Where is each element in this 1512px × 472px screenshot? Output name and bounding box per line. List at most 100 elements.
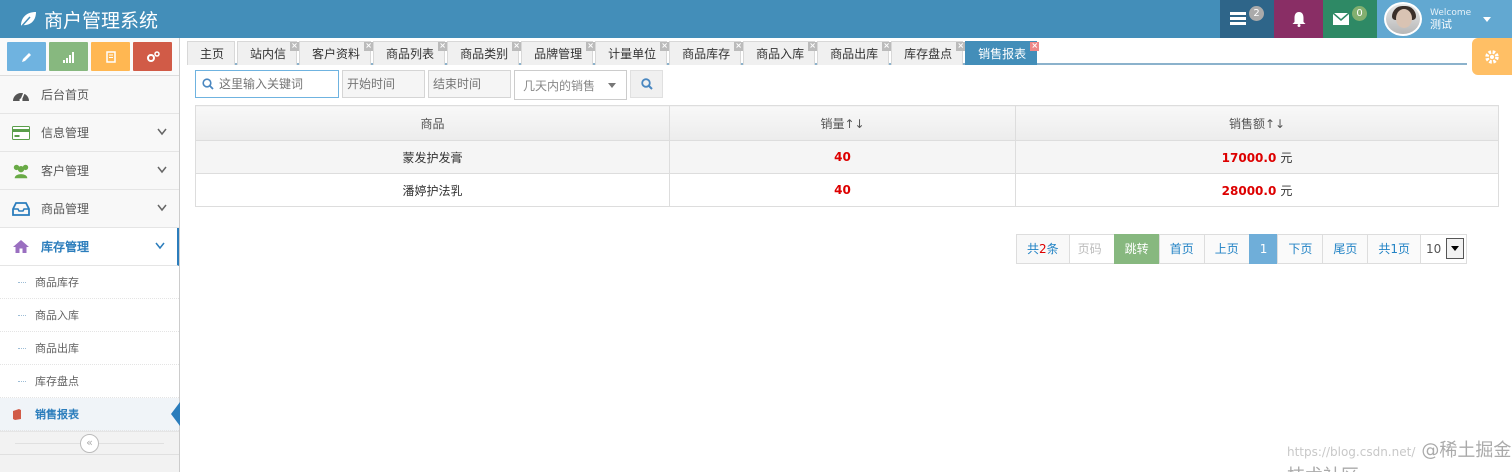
caret-down-icon bbox=[1483, 16, 1492, 22]
start-date-input[interactable] bbox=[342, 70, 425, 98]
tab-stock-out[interactable]: 商品出库 × bbox=[817, 41, 892, 65]
sidebar-item-products[interactable]: 商品管理 bbox=[0, 190, 179, 228]
signal-icon bbox=[62, 51, 74, 63]
tab-label: 主页 bbox=[200, 47, 225, 61]
submenu-item-label: 商品入库 bbox=[35, 309, 79, 322]
tab-stocktake[interactable]: 库存盘点 × bbox=[891, 41, 966, 65]
sidebar-item-label: 客户管理 bbox=[41, 164, 90, 178]
sidebar-item-customers[interactable]: 客户管理 bbox=[0, 152, 179, 190]
group-icon bbox=[12, 163, 30, 179]
table-row: 蒙发护发膏 40 17000.0 元 bbox=[195, 140, 1499, 174]
notifications-button[interactable] bbox=[1274, 0, 1323, 38]
chevron-down-icon bbox=[157, 166, 167, 174]
submenu-item-stock[interactable]: 商品库存 bbox=[0, 266, 179, 299]
tab-label: 商品列表 bbox=[386, 47, 435, 61]
tab-customer-info[interactable]: 客户资料 × bbox=[299, 41, 374, 65]
close-icon[interactable]: × bbox=[290, 42, 300, 51]
shortcut-signal-button[interactable] bbox=[49, 42, 88, 71]
collapse-sidebar-button[interactable]: « bbox=[80, 434, 99, 453]
close-icon[interactable]: × bbox=[586, 42, 596, 51]
end-date-input[interactable] bbox=[428, 70, 511, 98]
close-icon[interactable]: × bbox=[438, 42, 448, 51]
tasks-badge: 2 bbox=[1249, 5, 1264, 21]
inventory-submenu: 商品库存 商品入库 商品出库 库存盘点 销售报表 bbox=[0, 266, 180, 432]
tab-stock[interactable]: 商品库存 × bbox=[669, 41, 744, 65]
tab-label: 客户资料 bbox=[312, 47, 361, 61]
days-select-value: 几天内的销售 bbox=[523, 78, 596, 93]
tab-home[interactable]: 主页 bbox=[187, 41, 236, 65]
close-icon[interactable]: × bbox=[734, 42, 744, 51]
user-menu[interactable]: Welcome 测试 bbox=[1377, 0, 1512, 38]
gear-icon bbox=[1485, 49, 1499, 64]
tab-brand-management[interactable]: 品牌管理 × bbox=[521, 41, 596, 65]
submenu-item-stock-in[interactable]: 商品入库 bbox=[0, 299, 179, 332]
sidebar: 后台首页 信息管理 客户管理 商品管理 库存管理 商品库存 商品入库 商品出库 … bbox=[0, 38, 180, 472]
close-icon[interactable]: × bbox=[882, 42, 892, 51]
tab-label: 库存盘点 bbox=[904, 47, 953, 61]
cell-amount: 28000.0 元 bbox=[1015, 173, 1499, 207]
page-size-select[interactable]: 10 bbox=[1420, 234, 1468, 264]
jump-button[interactable]: 跳转 bbox=[1113, 234, 1160, 264]
search-field bbox=[195, 70, 339, 98]
close-icon[interactable]: × bbox=[808, 42, 818, 51]
settings-button[interactable] bbox=[1472, 38, 1512, 75]
brand[interactable]: 商户管理系统 bbox=[18, 0, 158, 38]
column-header-amount[interactable]: 销售额↑↓ bbox=[1015, 105, 1499, 141]
watermark-url: https://blog.csdn.net/ bbox=[1287, 445, 1416, 459]
shortcut-cogs-button[interactable] bbox=[133, 42, 172, 71]
tab-bar: 主页 站内信 × 客户资料 × 商品列表 × 商品类别 × 品牌管理 × 计量单位 × 商品… bbox=[187, 41, 1467, 65]
sidebar-item-dashboard[interactable]: 后台首页 bbox=[0, 76, 179, 114]
sidebar-item-inventory[interactable]: 库存管理 bbox=[0, 228, 179, 266]
chevron-down-icon bbox=[155, 242, 165, 250]
submenu-item-label: 商品库存 bbox=[35, 276, 79, 289]
sidebar-item-info[interactable]: 信息管理 bbox=[0, 114, 179, 152]
messages-button[interactable]: 0 bbox=[1323, 0, 1377, 38]
tab-sales-report[interactable]: 销售报表 × bbox=[965, 41, 1040, 65]
search-toolbar: 几天内的销售 bbox=[195, 70, 663, 100]
submenu-item-sales-report[interactable]: 销售报表 bbox=[0, 398, 180, 431]
tab-product-list[interactable]: 商品列表 × bbox=[373, 41, 448, 65]
cell-product: 潘婷护法乳 bbox=[195, 173, 670, 207]
first-page-button[interactable]: 首页 bbox=[1158, 234, 1205, 264]
tab-units[interactable]: 计量单位 × bbox=[595, 41, 670, 65]
submenu-item-stock-out[interactable]: 商品出库 bbox=[0, 332, 179, 365]
keyword-input[interactable] bbox=[219, 77, 337, 91]
book-icon bbox=[13, 409, 21, 420]
close-icon[interactable]: × bbox=[1030, 42, 1040, 51]
current-page[interactable]: 1 bbox=[1248, 234, 1279, 264]
days-select[interactable]: 几天内的销售 bbox=[514, 70, 627, 100]
tab-site-messages[interactable]: 站内信 × bbox=[237, 41, 300, 65]
search-button[interactable] bbox=[630, 70, 663, 98]
sidebar-item-label: 库存管理 bbox=[41, 240, 90, 254]
page-number-input[interactable]: 页码 bbox=[1068, 234, 1115, 264]
cell-amount: 17000.0 元 bbox=[1015, 140, 1499, 174]
next-page-button[interactable]: 下页 bbox=[1277, 234, 1324, 264]
submenu-item-label: 商品出库 bbox=[35, 342, 79, 355]
last-page-button[interactable]: 尾页 bbox=[1322, 234, 1369, 264]
close-icon[interactable]: × bbox=[660, 42, 670, 51]
top-navbar: 商户管理系统 2 0 Welcome 测试 bbox=[0, 0, 1512, 38]
tab-stock-in[interactable]: 商品入库 × bbox=[743, 41, 818, 65]
shortcut-book-button[interactable] bbox=[91, 42, 130, 71]
envelope-icon bbox=[1333, 13, 1349, 25]
table-row: 潘婷护法乳 40 28000.0 元 bbox=[195, 173, 1499, 207]
sidebar-item-label: 商品管理 bbox=[41, 202, 90, 216]
pencil-icon bbox=[21, 52, 31, 62]
watermark: https://blog.csdn.net/@稀土掘金技术社区 bbox=[1287, 436, 1512, 472]
prev-page-button[interactable]: 上页 bbox=[1203, 234, 1250, 264]
shortcut-pencil-button[interactable] bbox=[7, 42, 46, 71]
submenu-item-stocktake[interactable]: 库存盘点 bbox=[0, 365, 179, 398]
sales-report-table: 商品 销量↑↓ 销售额↑↓ 蒙发护发膏 40 17000.0 元 潘婷护法乳 40… bbox=[195, 105, 1499, 207]
close-icon[interactable]: × bbox=[364, 42, 374, 51]
column-header-quantity[interactable]: 销量↑↓ bbox=[669, 105, 1016, 141]
table-header-row: 商品 销量↑↓ 销售额↑↓ bbox=[195, 105, 1499, 141]
active-indicator bbox=[171, 402, 180, 426]
book-icon bbox=[105, 50, 116, 63]
cell-quantity: 40 bbox=[669, 173, 1016, 207]
tasks-button[interactable]: 2 bbox=[1220, 0, 1274, 38]
close-icon[interactable]: × bbox=[512, 42, 522, 51]
tab-product-category[interactable]: 商品类别 × bbox=[447, 41, 522, 65]
cell-quantity: 40 bbox=[669, 140, 1016, 174]
tab-label: 品牌管理 bbox=[534, 47, 583, 61]
close-icon[interactable]: × bbox=[956, 42, 966, 51]
